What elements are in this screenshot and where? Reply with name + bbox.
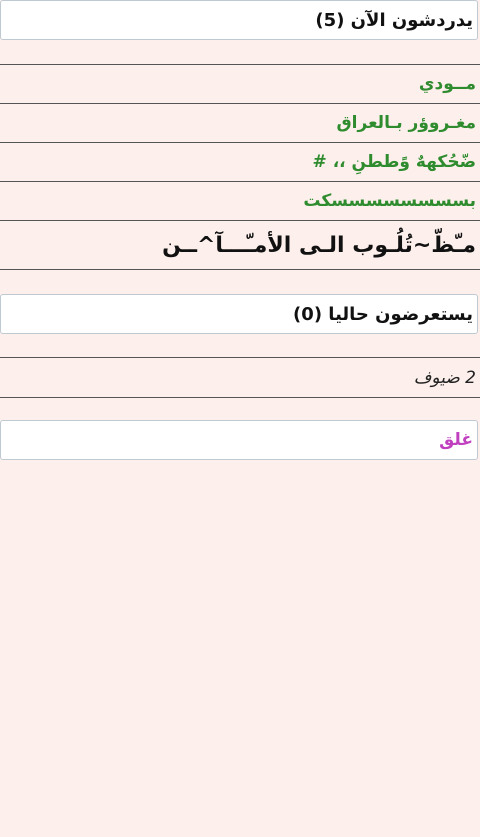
guests-section: 2 ضيوف: [0, 357, 480, 398]
user-row[interactable]: مـّظّ~تُلُـوب الـى الأمـّـــآ^ــن: [0, 221, 480, 270]
chatting-users-list: مــودي مغـروؤر بـالعراق ضّحُكههٌ وًططنِ …: [0, 64, 480, 270]
close-button[interactable]: غلق: [0, 420, 478, 460]
guests-label: 2 ضيوف: [413, 367, 476, 388]
username[interactable]: مــودي: [419, 74, 476, 94]
user-row[interactable]: بسسسسسسسسكت: [0, 182, 480, 221]
online-users-page: يدردشون الآن (5) مــودي مغـروؤر بـالعراق…: [0, 0, 480, 837]
guests-count: 2 ضيوف: [0, 358, 480, 397]
user-row[interactable]: ضّحُكههٌ وًططنِ ،، #: [0, 143, 480, 182]
username[interactable]: ضّحُكههٌ وًططنِ ،، #: [313, 152, 476, 172]
user-row[interactable]: مــودي: [0, 65, 480, 104]
viewing-now-title: يستعرضون حاليا (0): [293, 303, 473, 325]
username[interactable]: مغـروؤر بـالعراق: [336, 113, 476, 133]
chatting-now-header: يدردشون الآن (5): [0, 0, 478, 40]
username[interactable]: بسسسسسسسسكت: [303, 191, 476, 211]
viewing-now-header: يستعرضون حاليا (0): [0, 294, 478, 334]
close-label[interactable]: غلق: [439, 430, 473, 450]
username[interactable]: مـّظّ~تُلُـوب الـى الأمـّـــآ^ــن: [162, 233, 476, 258]
user-row[interactable]: مغـروؤر بـالعراق: [0, 104, 480, 143]
chatting-now-title: يدردشون الآن (5): [315, 9, 473, 31]
